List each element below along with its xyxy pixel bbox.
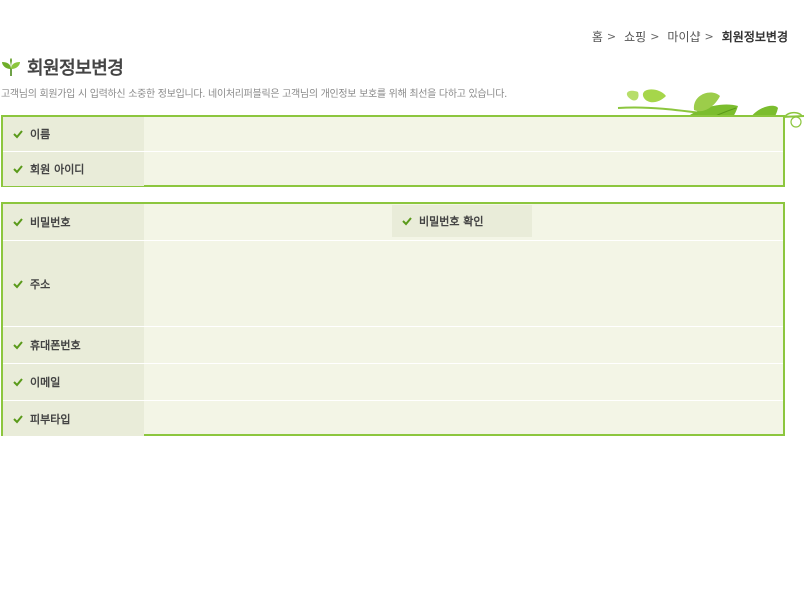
checkmark-icon: [13, 218, 23, 227]
breadcrumb-current: 회원정보변경: [721, 30, 788, 44]
email-input[interactable]: [144, 364, 783, 400]
form-row-skin-type: 피부타입: [3, 401, 783, 436]
form-row-userid: 회원 아이디: [3, 152, 783, 186]
password-confirm-label: 비밀번호 확인: [419, 215, 484, 228]
basic-info-section: 이름 회원 아이디: [1, 115, 785, 187]
page-subtitle: 고객님의 회원가입 시 입력하신 소중한 정보입니다. 네이처리퍼블릭은 고객님…: [1, 89, 507, 100]
form-label: 휴대폰번호: [3, 327, 144, 363]
skin-type-label: 피부타입: [30, 412, 71, 426]
page-title: 회원정보변경: [27, 58, 124, 79]
checkmark-icon: [13, 378, 23, 387]
page-header: 회원정보변경: [0, 54, 124, 80]
form-label: 이메일: [3, 364, 144, 400]
form-label: 피부타입: [3, 401, 144, 436]
breadcrumb-myshop[interactable]: 마이샵: [667, 28, 700, 45]
address-input[interactable]: [144, 241, 783, 326]
userid-label: 회원 아이디: [30, 163, 85, 176]
form-row-password: 비밀번호 비밀번호 확인: [3, 204, 783, 241]
checkmark-icon: [402, 217, 412, 226]
checkmark-icon: [13, 414, 23, 423]
checkmark-icon: [13, 341, 23, 350]
form-label: 회원 아이디: [3, 152, 144, 186]
detail-info-section: 비밀번호 비밀번호 확인 주소 휴대폰번호 이메일 피부타입: [1, 202, 785, 436]
breadcrumb-home[interactable]: 홈: [592, 28, 603, 45]
form-label: 비밀번호: [3, 204, 144, 240]
form-row-email: 이메일: [3, 364, 783, 401]
form-row-mobile: 휴대폰번호: [3, 327, 783, 364]
skin-type-input[interactable]: [144, 401, 783, 436]
checkmark-icon: [13, 130, 23, 139]
form-label: 주소: [3, 241, 144, 326]
chevron-right-icon: >: [606, 30, 617, 43]
password-label: 비밀번호: [30, 216, 71, 229]
address-label: 주소: [30, 277, 51, 291]
checkmark-icon: [13, 279, 23, 288]
form-row-address: 주소: [3, 241, 783, 327]
form-row-name: 이름: [3, 117, 783, 152]
userid-value: [144, 152, 783, 186]
form-label: 이름: [3, 117, 144, 151]
mobile-label: 휴대폰번호: [30, 339, 81, 352]
mobile-input[interactable]: [144, 327, 783, 363]
leaf-sprout-icon: [2, 58, 20, 76]
email-label: 이메일: [30, 376, 61, 389]
chevron-right-icon: >: [650, 30, 660, 43]
name-label: 이름: [30, 128, 51, 141]
name-value: [144, 117, 783, 151]
breadcrumb: 홈 > 쇼핑 > 마이샵 > 회원정보변경: [592, 28, 788, 45]
breadcrumb-shopping[interactable]: 쇼핑: [624, 28, 646, 45]
checkmark-icon: [13, 165, 23, 174]
form-label: 비밀번호 확인: [392, 205, 532, 237]
chevron-right-icon: >: [704, 30, 714, 43]
